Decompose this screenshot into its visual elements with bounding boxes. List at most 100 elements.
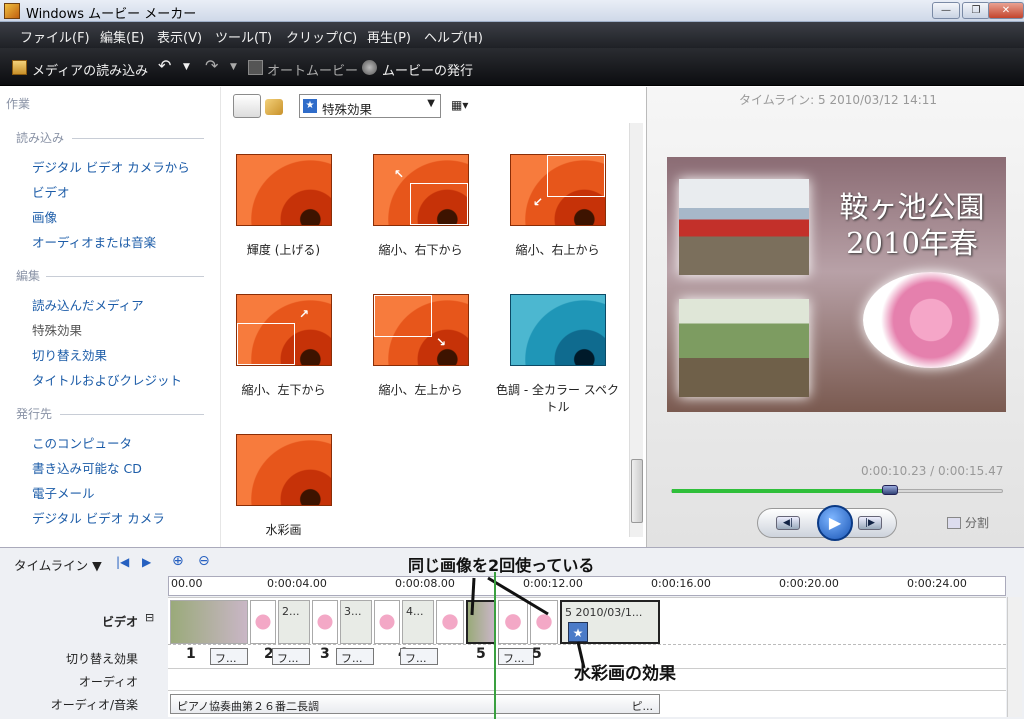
link-imported-media[interactable]: 読み込んだメディア <box>32 295 144 314</box>
tasks-pane-toggle-button[interactable] <box>233 94 261 118</box>
preview-monitor: タイムライン: 5 2010/03/12 14:11 鞍ヶ池公園 2010年春 … <box>646 87 1024 547</box>
track-label-transition: 切り替え効果 <box>65 652 138 666</box>
transition-clip[interactable]: フ... <box>336 648 374 665</box>
link-recordable-cd[interactable]: 書き込み可能な CD <box>32 458 142 477</box>
play-timeline-icon[interactable]: ▶ <box>142 555 151 569</box>
link-transitions[interactable]: 切り替え効果 <box>32 345 107 364</box>
publish-button[interactable]: ムービーの発行 <box>382 60 473 79</box>
music-clip-label: ピアノ協奏曲第２６番二長調 <box>177 700 320 713</box>
annotation-arrows <box>470 576 586 669</box>
effect-label: 縮小、左上から <box>378 383 463 397</box>
annotation-arrow <box>487 576 549 616</box>
import-media-button[interactable]: メディアの読み込み <box>32 60 148 79</box>
collection-toolbar: ★ 特殊効果 ▼ ▦▾ <box>233 93 628 121</box>
effect-label: 縮小、左下から <box>241 383 326 397</box>
link-from-dv-camera[interactable]: デジタル ビデオ カメラから <box>32 157 190 176</box>
collections-folder-icon[interactable] <box>265 99 283 115</box>
video-clip[interactable] <box>374 600 400 644</box>
seek-progress <box>672 489 890 493</box>
video-clip[interactable] <box>312 600 338 644</box>
split-label: 分割 <box>965 516 990 530</box>
link-import-audio[interactable]: オーディオまたは音楽 <box>32 232 156 251</box>
effect-brightness-increase[interactable]: 輝度 (上げる) <box>221 154 346 279</box>
transition-clip[interactable]: フ... <box>400 648 438 665</box>
timeline-pane: タイムライン ▼ |◀ ▶ ⊕ ⊖ 同じ画像を2回使っている 00.00 0:0… <box>0 547 1024 719</box>
window-title: Windows ムービー メーカー <box>26 7 197 22</box>
menu-tools[interactable]: ツール(T) <box>215 27 272 46</box>
effect-label: 縮小、右上から <box>515 243 600 257</box>
timeline-playhead[interactable] <box>494 572 496 719</box>
link-titles-credits[interactable]: タイトルおよびクレジット <box>32 370 182 389</box>
maximize-button[interactable]: ❐ <box>962 2 990 19</box>
preview-time: 0:00:10.23 / 0:00:15.47 <box>861 464 1004 478</box>
flower-photo <box>863 272 999 368</box>
link-email[interactable]: 電子メール <box>32 483 95 502</box>
undo-icon[interactable]: ↶ <box>158 56 171 75</box>
effect-ease-out-bottom-right[interactable]: ↖ 縮小、右下から <box>358 154 483 279</box>
video-clip[interactable]: 2... <box>278 600 310 644</box>
clip-label: 2... <box>282 605 300 618</box>
menu-help[interactable]: ヘルプ(H) <box>424 27 483 46</box>
play-icon[interactable]: ▶ <box>817 505 853 541</box>
link-dv-camera[interactable]: デジタル ビデオ カメラ <box>32 508 165 527</box>
redo-icon[interactable]: ↷ <box>205 56 218 75</box>
effect-ease-out-bottom-left[interactable]: ↗ 縮小、左下から <box>221 294 346 419</box>
effects-pane: ★ 特殊効果 ▼ ▦▾ 輝度 (上げる) ↖ 縮小、右下から ↙ 縮小、右上から… <box>220 87 645 547</box>
rewind-icon[interactable]: |◀ <box>116 555 129 569</box>
ruler-tick: 0:00:16.00 <box>651 577 711 590</box>
scrollbar-thumb[interactable] <box>631 459 643 523</box>
timeline-scrollbar[interactable] <box>1007 597 1022 717</box>
seek-handle[interactable] <box>881 485 898 495</box>
video-clip[interactable]: 4... <box>402 600 434 644</box>
menu-edit[interactable]: 編集(E) <box>100 27 144 46</box>
next-frame-icon[interactable]: |▶ <box>858 516 882 530</box>
ruler-tick: 00.00 <box>171 577 203 590</box>
zoom-in-icon[interactable]: ⊕ <box>172 553 184 569</box>
clip-number: 1 <box>186 646 196 662</box>
chevron-down-icon: ▼ <box>427 98 435 109</box>
menu-play[interactable]: 再生(P) <box>367 27 411 46</box>
preview-title: タイムライン: 5 2010/03/12 14:11 <box>739 93 938 107</box>
link-import-video[interactable]: ビデオ <box>32 182 70 201</box>
star-icon: ★ <box>303 99 317 113</box>
undo-dropdown-icon[interactable]: ▼ <box>183 62 190 72</box>
redo-dropdown-icon[interactable]: ▼ <box>230 62 237 72</box>
timeline-view-dropdown[interactable]: タイムライン ▼ <box>14 555 102 574</box>
effect-watercolor[interactable]: 水彩画 <box>221 434 346 559</box>
close-button[interactable]: ✕ <box>988 2 1024 19</box>
collection-dropdown[interactable]: ★ 特殊効果 ▼ <box>299 94 441 118</box>
video-clip[interactable] <box>250 600 276 644</box>
split-button[interactable]: 分割 <box>947 514 989 531</box>
effect-ease-out-top-right[interactable]: ↙ 縮小、右上から <box>495 154 620 279</box>
auto-movie-button[interactable]: オートムービー <box>267 60 358 79</box>
slide-title-line2: 2010年春 <box>846 226 978 260</box>
seek-bar[interactable] <box>671 485 1003 495</box>
video-clip[interactable]: 3... <box>340 600 372 644</box>
link-this-computer[interactable]: このコンピュータ <box>32 433 132 452</box>
collapse-icon[interactable]: ⊟ <box>145 611 154 624</box>
menu-view[interactable]: 表示(V) <box>157 27 202 46</box>
music-clip[interactable]: ピアノ協奏曲第２６番二長調 ピ... <box>170 694 660 714</box>
previous-frame-icon[interactable]: ◀| <box>776 516 800 530</box>
ruler-tick: 0:00:20.00 <box>779 577 839 590</box>
effect-thumbnail: ↗ <box>236 294 332 366</box>
effects-scrollbar[interactable] <box>629 123 643 537</box>
toolbar: メディアの読み込み ↶ ▼ ↷ ▼ オートムービー ムービーの発行 <box>0 48 1024 86</box>
clip-label: 4... <box>406 605 424 618</box>
link-effects[interactable]: 特殊効果 <box>32 320 82 339</box>
effect-ease-out-top-left[interactable]: ↘ 縮小、左上から <box>358 294 483 419</box>
minimize-button[interactable]: — <box>932 2 960 19</box>
transition-clip[interactable]: フ... <box>272 648 310 665</box>
link-import-pictures[interactable]: 画像 <box>32 207 57 226</box>
timeline-label: タイムライン <box>14 558 89 573</box>
transition-clip[interactable]: フ... <box>210 648 248 665</box>
video-clip[interactable] <box>170 600 248 644</box>
menu-clip[interactable]: クリップ(C) <box>286 27 357 46</box>
view-options-icon[interactable]: ▦▾ <box>451 98 468 112</box>
effect-label: 水彩画 <box>265 523 302 537</box>
preview-screen[interactable]: 鞍ヶ池公園 2010年春 <box>667 157 1006 412</box>
zoom-out-icon[interactable]: ⊖ <box>198 553 210 569</box>
effect-hue-full-spectrum[interactable]: 色調 - 全カラー スペクトル <box>495 294 620 419</box>
split-icon <box>947 517 961 529</box>
menu-file[interactable]: ファイル(F) <box>20 27 90 46</box>
